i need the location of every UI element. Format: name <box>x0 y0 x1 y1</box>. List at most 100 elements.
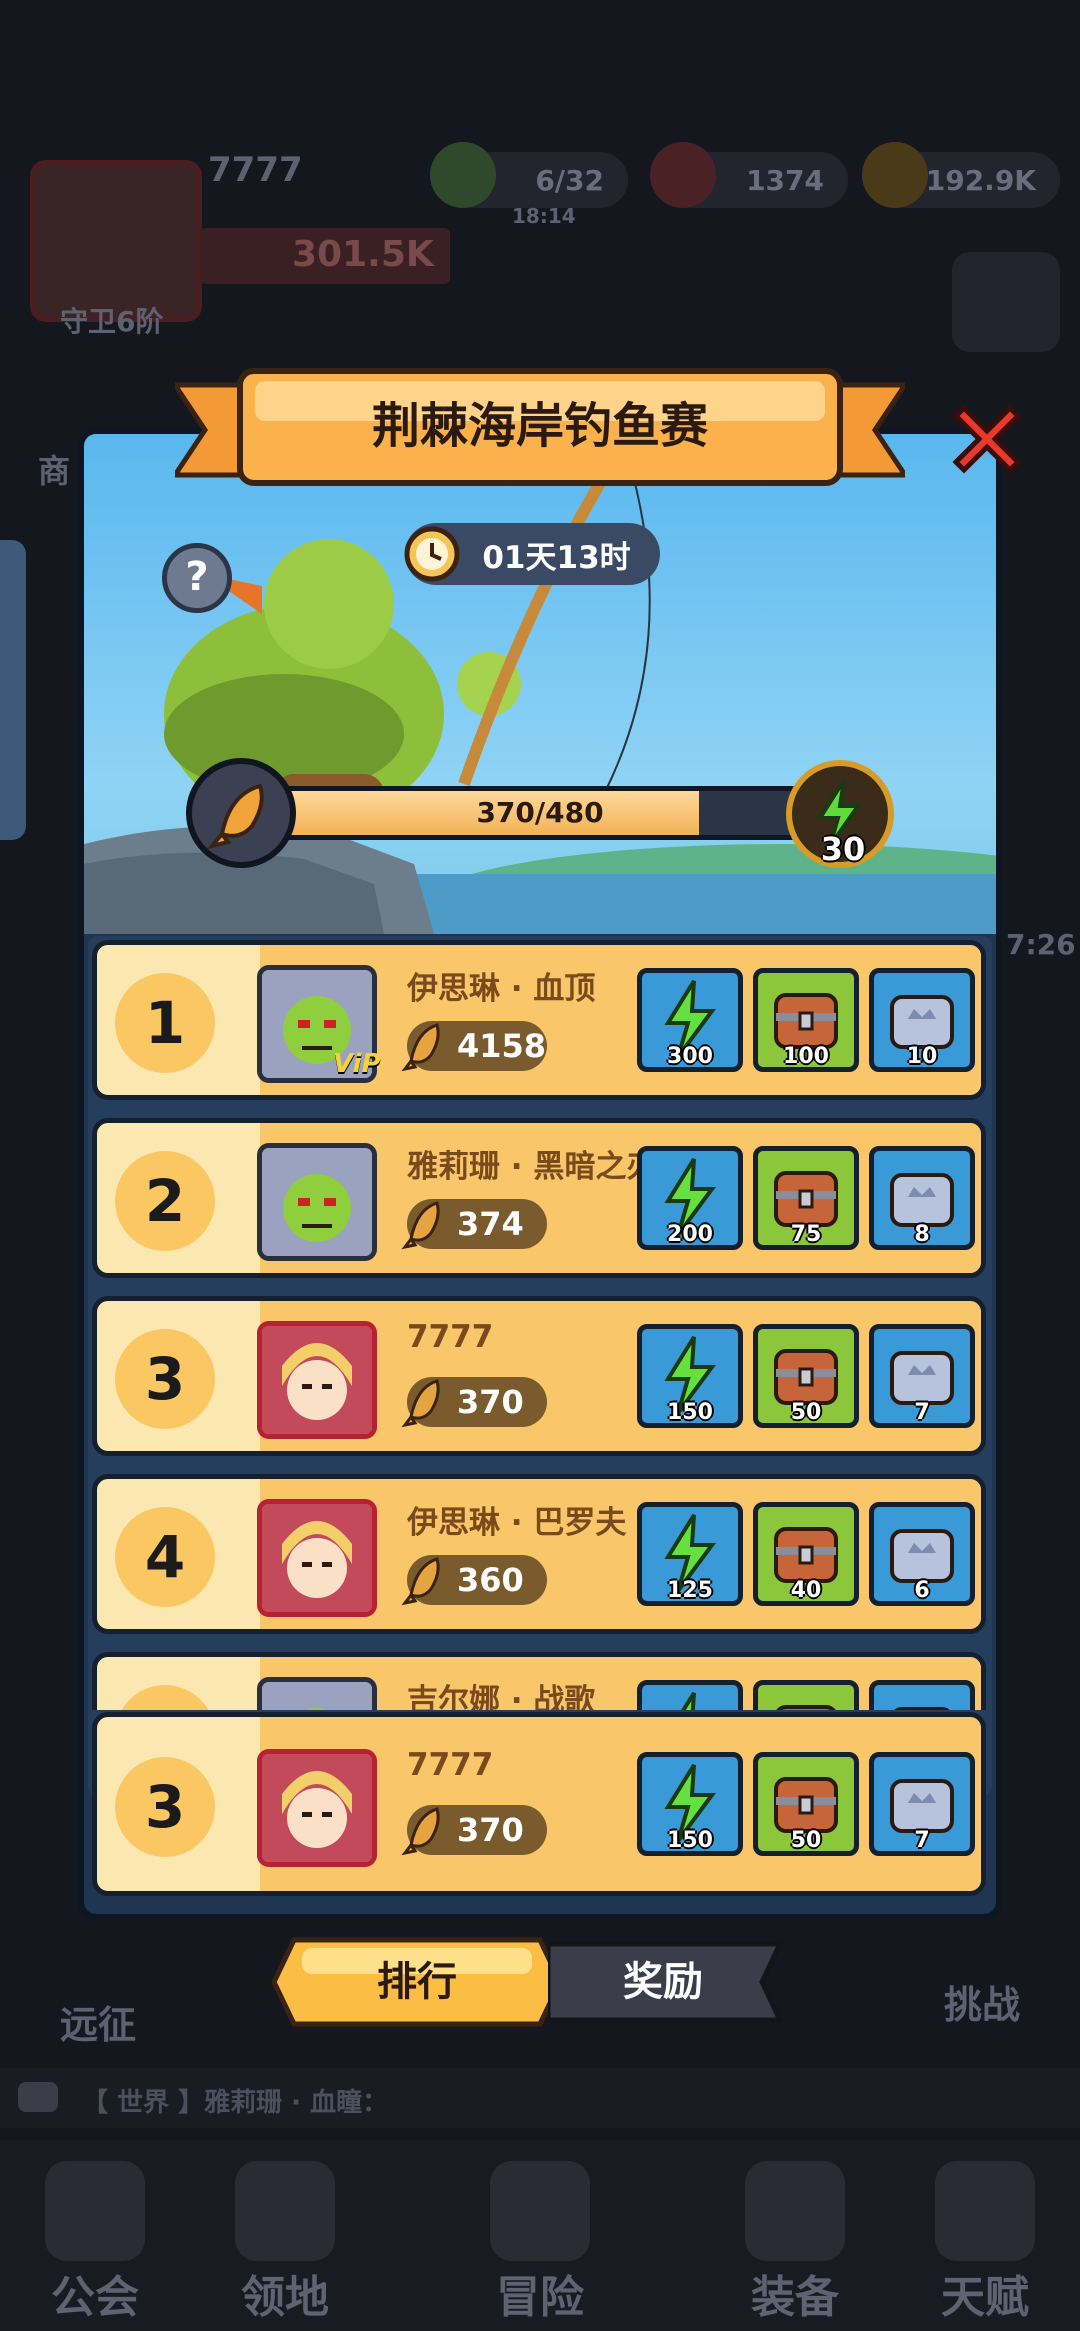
reward-silver-chest[interactable]: 6 <box>869 1502 975 1606</box>
reward-silver-chest[interactable]: 7 <box>869 1752 975 1856</box>
chat-message: 【 世界 】雅莉珊 · 血瞳： <box>82 2088 389 2118</box>
ranking-row[interactable]: 1 ViP 伊思琳 · 血顶 4158 300 100 10 <box>92 940 986 1100</box>
milestone-reward-count: 30 <box>820 830 866 868</box>
ranking-row[interactable]: 4 伊思琳 · 巴罗夫 360 125 40 6 <box>92 1474 986 1634</box>
player-avatar[interactable] <box>257 1143 377 1261</box>
nav-equipment[interactable]: 装备 <box>700 2141 890 2331</box>
gem-value: 1374 <box>746 163 824 197</box>
reward-silver-chest-count: 7 <box>914 1400 930 1425</box>
tab-ranking[interactable]: 排行 <box>272 1936 562 2028</box>
nav-guild[interactable]: 公会 <box>0 2141 190 2331</box>
coin-plus-icon <box>862 142 928 208</box>
gem-resource[interactable]: 1374 <box>650 142 848 208</box>
fish-badge <box>186 758 296 868</box>
reward-energy[interactable]: 300 <box>637 968 743 1072</box>
coin-value: 192.9K <box>925 163 1036 197</box>
reward-energy[interactable]: 125 <box>637 1502 743 1606</box>
help-button[interactable]: ? <box>162 543 232 613</box>
reward-copper-chest[interactable]: 100 <box>753 968 859 1072</box>
nav-adventure[interactable]: 冒险 <box>445 2141 635 2331</box>
fish-icon <box>401 1201 440 1250</box>
expedition-label[interactable]: 远征 <box>60 1994 136 2049</box>
tab-rewards[interactable]: 奖励 <box>548 1936 778 2028</box>
reward-copper-chest-count: 40 <box>790 1578 822 1603</box>
ranking-row[interactable]: 3 7777 370 150 50 7 <box>92 1296 986 1456</box>
nav-territory[interactable]: 领地 <box>190 2141 380 2331</box>
rank-number: 1 <box>115 973 215 1073</box>
reward-energy-count: 125 <box>667 1578 713 1603</box>
event-title: 荆棘海岸钓鱼赛 <box>371 398 708 454</box>
reward-copper-chest[interactable]: 50 <box>753 1324 859 1428</box>
reward-copper-chest[interactable]: 40 <box>753 1502 859 1606</box>
score-pill: 370 <box>401 1805 547 1856</box>
side-timer: 7:26 <box>1006 928 1076 961</box>
power-value: 301.5K <box>292 234 434 275</box>
fish-icon <box>401 1023 440 1072</box>
player-avatar[interactable] <box>30 160 202 322</box>
challenge-label[interactable]: 挑战 <box>944 1974 1020 2029</box>
copper-chest-icon <box>776 1705 836 1710</box>
ranking-row[interactable]: 3 7777 370 150 50 7 <box>92 1712 986 1896</box>
score-value: 4158 <box>457 1027 547 1065</box>
player-name: 伊思琳 · 巴罗夫 <box>407 1505 627 1541</box>
rank-number: 2 <box>115 1151 215 1251</box>
close-icon[interactable] <box>946 398 1028 480</box>
gem-plus-icon <box>650 142 716 208</box>
reward-energy[interactable]: 150 <box>637 1324 743 1428</box>
reward-energy[interactable] <box>637 1680 743 1710</box>
reward-copper-chest[interactable]: 50 <box>753 1752 859 1856</box>
reward-silver-chest[interactable]: 8 <box>869 1146 975 1250</box>
reward-silver-chest[interactable]: 7 <box>869 1324 975 1428</box>
shop-label[interactable]: 商 <box>38 446 70 492</box>
clock-icon <box>404 526 460 582</box>
vip-badge: ViP <box>333 1049 381 1079</box>
chat-icon <box>18 2082 58 2112</box>
menu-button[interactable] <box>952 252 1060 352</box>
ranking-list[interactable]: 1 ViP 伊思琳 · 血顶 4158 300 100 10 2 雅莉珊 · 黑暗之刃 374 20… <box>92 940 986 1710</box>
reward-energy[interactable]: 150 <box>637 1752 743 1856</box>
guild-icon <box>45 2161 145 2261</box>
reward-energy-count: 150 <box>667 1400 713 1425</box>
player-name: 雅莉珊 · 黑暗之刃 <box>407 1149 658 1185</box>
player-name: 7777 <box>407 1747 494 1783</box>
reward-silver-chest-count: 7 <box>914 1828 930 1853</box>
reward-copper-chest[interactable] <box>753 1680 859 1710</box>
reward-silver-chest[interactable] <box>869 1680 975 1710</box>
fish-icon <box>206 783 264 850</box>
score-value: 370 <box>457 1383 524 1421</box>
energy-resource[interactable]: 6/32 <box>430 142 628 208</box>
reward-copper-chest-count: 50 <box>790 1400 822 1425</box>
player-name: 吉尔娜 · 战歌 <box>407 1683 596 1710</box>
progress-label: 370/480 <box>476 796 604 829</box>
reward-copper-chest[interactable]: 75 <box>753 1146 859 1250</box>
rank-number: 5 <box>115 1685 215 1710</box>
fish-icon <box>401 1379 440 1428</box>
helmet-icon <box>745 2161 845 2261</box>
event-timer: 01天13时 <box>404 523 660 585</box>
silver-chest-icon <box>894 1707 950 1710</box>
reward-silver-chest[interactable]: 10 <box>869 968 975 1072</box>
rank-number: 3 <box>115 1329 215 1429</box>
fish-icon <box>401 1807 440 1856</box>
energy-icon <box>681 1691 696 1710</box>
ranking-row[interactable]: 5 吉尔娜 · 战歌 <box>92 1652 986 1710</box>
player-avatar[interactable] <box>257 1749 377 1867</box>
player-rank-label: 守卫6阶 <box>60 305 164 338</box>
ranking-row[interactable]: 2 雅莉珊 · 黑暗之刃 374 200 75 8 <box>92 1118 986 1278</box>
score-value: 360 <box>457 1561 524 1599</box>
nav-talent[interactable]: 天赋 <box>890 2141 1080 2331</box>
reward-energy-count: 300 <box>667 1044 713 1069</box>
player-avatar[interactable] <box>257 1321 377 1439</box>
bottom-nav: 公会 领地 冒险 装备 天赋 <box>0 2140 1080 2331</box>
coin-resource[interactable]: 192.9K <box>862 142 1060 208</box>
score-value: 370 <box>457 1811 524 1849</box>
castle-icon <box>235 2161 335 2261</box>
player-avatar[interactable] <box>257 1499 377 1617</box>
reward-energy[interactable]: 200 <box>637 1146 743 1250</box>
player-avatar[interactable] <box>257 1677 377 1710</box>
score-pill: 4158 <box>401 1021 547 1072</box>
score-value: 374 <box>457 1205 524 1243</box>
score-pill: 360 <box>401 1555 547 1606</box>
reward-energy-count: 200 <box>667 1222 713 1247</box>
reward-silver-chest-count: 6 <box>914 1578 930 1603</box>
